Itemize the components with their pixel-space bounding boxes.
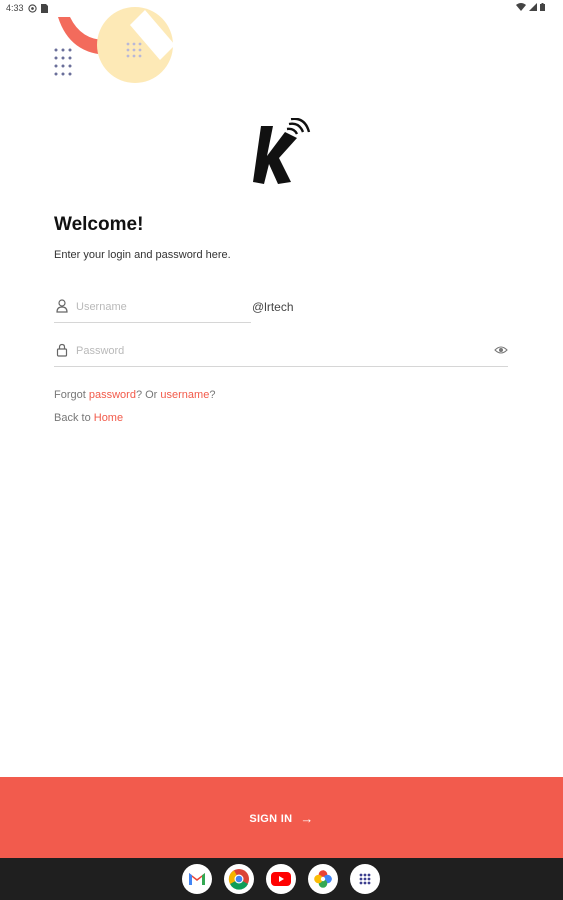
forgot-middle: ? Or	[135, 389, 161, 401]
forgot-password-link[interactable]: password	[89, 389, 136, 401]
username-input[interactable]	[76, 296, 246, 318]
wifi-icon	[516, 3, 526, 11]
decorative-shapes	[54, 7, 175, 83]
app-dock	[182, 864, 380, 894]
forgot-username-link[interactable]: username	[160, 389, 209, 401]
password-field	[54, 340, 508, 367]
sign-in-content: SIGN IN →	[0, 811, 563, 826]
password-input[interactable]	[76, 340, 476, 362]
app-drawer-icon[interactable]	[350, 864, 380, 894]
welcome-subtitle: Enter your login and password here.	[54, 249, 231, 261]
welcome-title: Welcome!	[54, 214, 144, 235]
sign-in-button[interactable]: SIGN IN →	[0, 777, 563, 858]
gmail-icon[interactable]	[182, 864, 212, 894]
forgot-prefix: Forgot	[54, 389, 89, 401]
youtube-icon[interactable]	[266, 864, 296, 894]
username-field	[54, 296, 251, 323]
back-home-line: Back to Home	[54, 412, 123, 424]
chrome-icon[interactable]	[224, 864, 254, 894]
forgot-suffix: ?	[209, 389, 216, 401]
taskbar	[0, 858, 563, 900]
k-logo	[253, 118, 311, 184]
forgot-credentials-line: Forgot password? Or username?	[54, 389, 215, 401]
photos-icon[interactable]	[308, 864, 338, 894]
back-prefix: Back to	[54, 412, 94, 424]
battery-icon	[540, 3, 545, 11]
home-link[interactable]: Home	[94, 412, 123, 424]
eye-icon[interactable]	[494, 345, 508, 355]
sign-in-label: SIGN IN	[249, 812, 293, 825]
username-domain-suffix: @lrtech	[252, 300, 294, 314]
arrow-right-icon: →	[300, 811, 314, 826]
user-icon	[56, 299, 68, 313]
signal-icon	[529, 3, 537, 11]
lock-icon	[56, 343, 68, 357]
status-right	[516, 3, 545, 11]
